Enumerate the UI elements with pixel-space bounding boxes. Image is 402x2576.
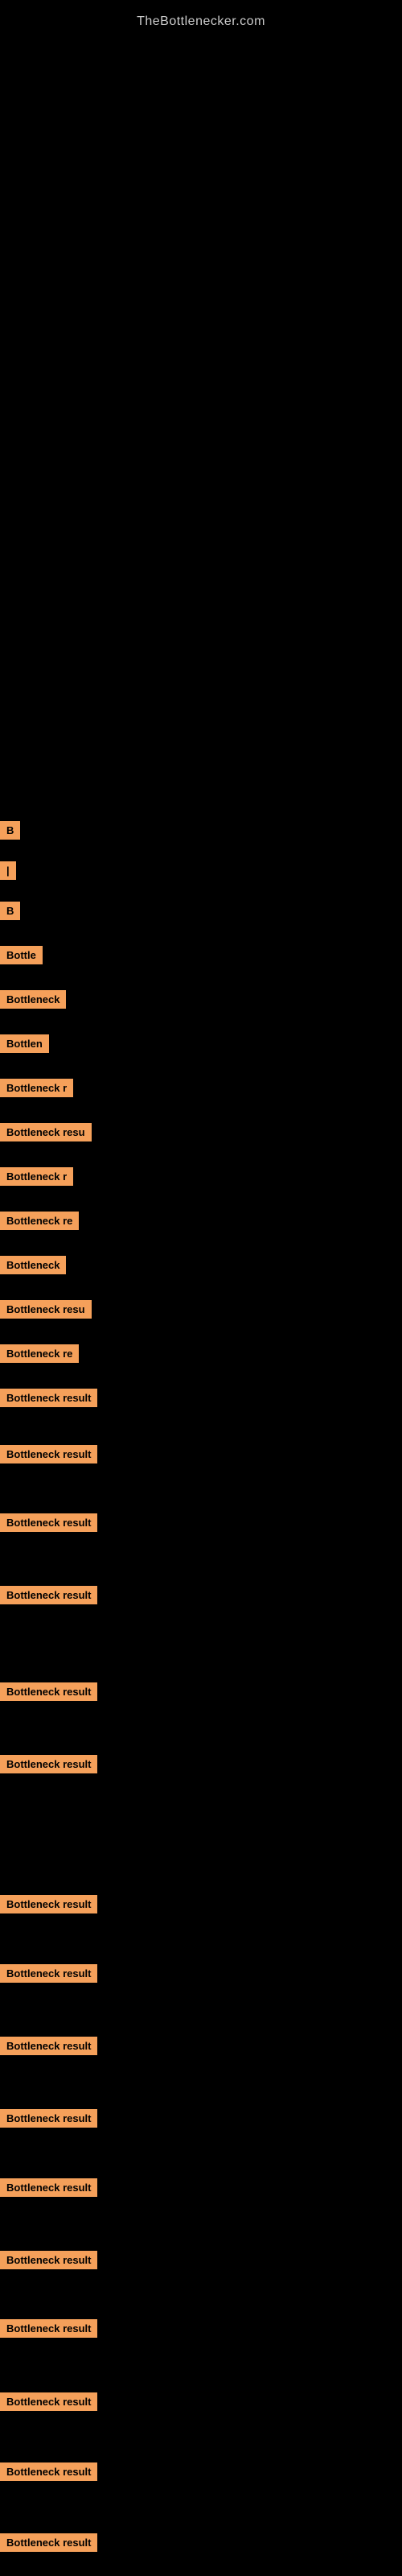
bottleneck-result-label: Bottleneck r	[0, 1167, 73, 1186]
bottleneck-result-label: Bottleneck resu	[0, 1123, 92, 1141]
bottleneck-result-label: Bottleneck result	[0, 1445, 97, 1463]
bottleneck-result-label: Bottleneck r	[0, 1079, 73, 1097]
bottleneck-result-label: Bottleneck result	[0, 2462, 97, 2481]
bottleneck-result-label: Bottleneck re	[0, 1212, 79, 1230]
bottleneck-result-label: Bottlen	[0, 1034, 49, 1053]
site-title: TheBottlenecker.com	[0, 6, 402, 29]
bottleneck-result-label: Bottle	[0, 946, 43, 964]
bottleneck-result-label: Bottleneck resu	[0, 1300, 92, 1319]
bottleneck-result-label: Bottleneck result	[0, 2392, 97, 2411]
bottleneck-result-label: Bottleneck	[0, 1256, 66, 1274]
bottleneck-result-label: Bottleneck re	[0, 1344, 79, 1363]
bottleneck-result-label: Bottleneck result	[0, 2037, 97, 2055]
bottleneck-result-label: Bottleneck result	[0, 1964, 97, 1983]
bottleneck-result-label: |	[0, 861, 16, 880]
bottleneck-result-label: Bottleneck result	[0, 1755, 97, 1773]
bottleneck-result-label: Bottleneck result	[0, 1389, 97, 1407]
bottleneck-result-label: B	[0, 821, 20, 840]
bottleneck-result-label: B	[0, 902, 20, 920]
bottleneck-result-label: Bottleneck result	[0, 2533, 97, 2552]
bottleneck-result-label: Bottleneck result	[0, 2319, 97, 2338]
bottleneck-result-label: Bottleneck result	[0, 1586, 97, 1604]
bottleneck-result-label: Bottleneck result	[0, 2178, 97, 2197]
bottleneck-result-label: Bottleneck result	[0, 1682, 97, 1701]
bottleneck-result-label: Bottleneck result	[0, 1895, 97, 1913]
bottleneck-result-label: Bottleneck	[0, 990, 66, 1009]
bottleneck-result-label: Bottleneck result	[0, 1513, 97, 1532]
bottleneck-result-label: Bottleneck result	[0, 2251, 97, 2269]
chart-area: TheBottlenecker.com B | B Bottle Bottleneck B…	[0, 0, 402, 2576]
bottleneck-result-label: Bottleneck result	[0, 2109, 97, 2128]
